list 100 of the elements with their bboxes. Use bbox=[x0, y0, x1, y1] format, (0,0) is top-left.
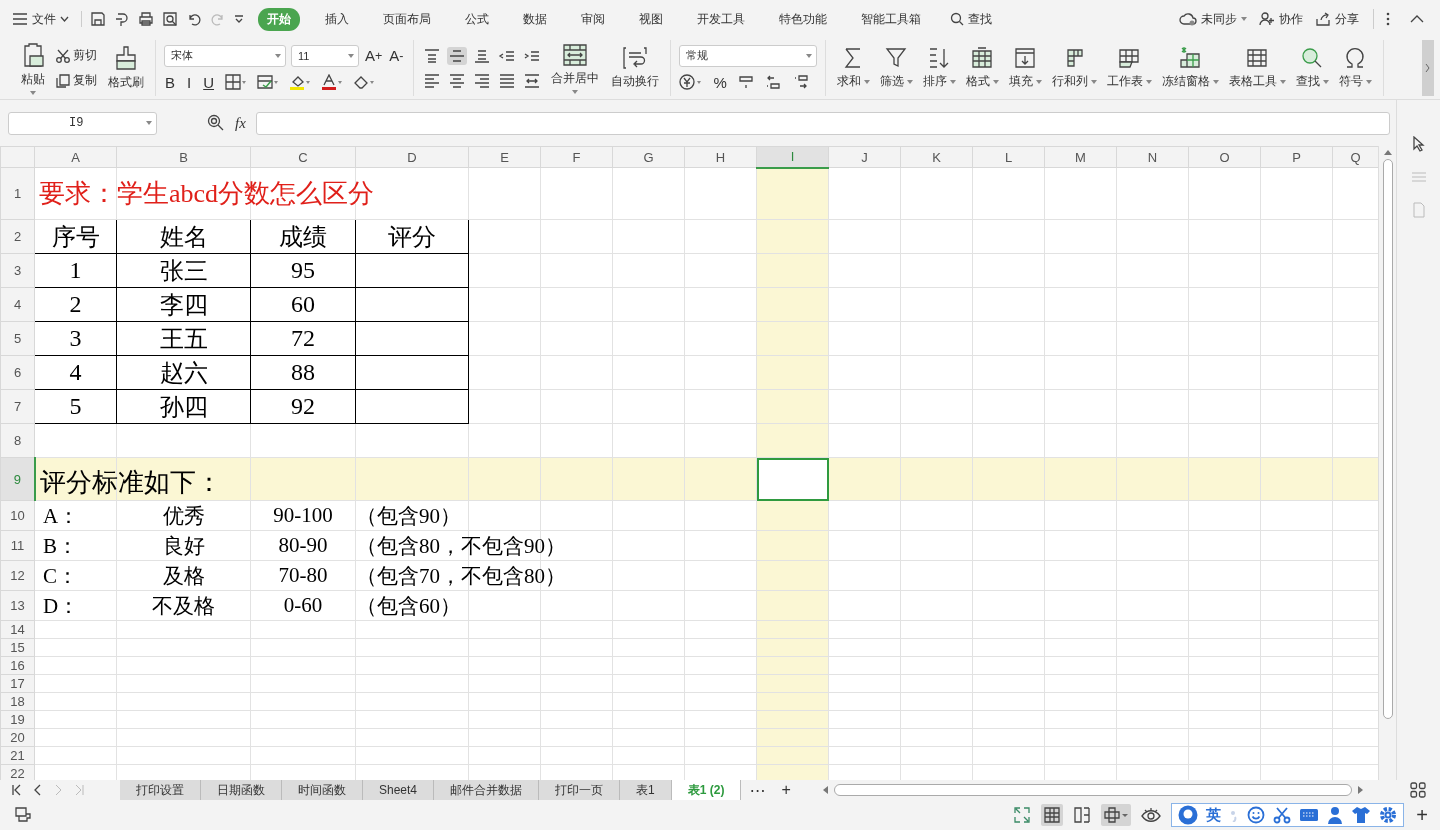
menu-tab[interactable]: 智能工具箱 bbox=[852, 7, 930, 31]
menu-tab[interactable]: 数据 bbox=[514, 7, 556, 31]
row-header[interactable]: 11 bbox=[0, 530, 35, 561]
zoom-icon[interactable] bbox=[207, 114, 225, 132]
function-label[interactable]: fx bbox=[235, 114, 246, 132]
sheet-tab[interactable]: 日期函数 bbox=[201, 780, 282, 800]
bold-button[interactable]: B bbox=[164, 72, 176, 92]
ribbon-button[interactable]: 填充 bbox=[1005, 44, 1045, 92]
menu-tab[interactable]: 插入 bbox=[316, 7, 358, 31]
column-header[interactable]: O bbox=[1188, 146, 1261, 168]
ribbon-button[interactable]: 筛选 bbox=[876, 44, 916, 92]
language-label[interactable]: 英 bbox=[1206, 805, 1222, 825]
column-header[interactable]: K bbox=[900, 146, 973, 168]
previous-sheet-icon[interactable] bbox=[34, 784, 42, 796]
page-break-icon[interactable] bbox=[1073, 806, 1092, 824]
sheet-tab[interactable]: 打印设置 bbox=[120, 780, 201, 800]
sheet-tab[interactable]: 邮件合并数据 bbox=[434, 780, 540, 800]
export-icon[interactable] bbox=[114, 11, 130, 27]
column-header[interactable]: F bbox=[540, 146, 613, 168]
more-icon[interactable] bbox=[1384, 11, 1392, 27]
scroll-thumb[interactable] bbox=[833, 784, 1352, 796]
wrap-text-button[interactable]: 自动换行 bbox=[607, 44, 662, 92]
merge-center-button[interactable]: 合并居中 bbox=[547, 40, 602, 96]
first-sheet-icon[interactable] bbox=[12, 784, 22, 796]
fullscreen-icon[interactable] bbox=[1013, 806, 1032, 824]
row-header[interactable]: 4 bbox=[0, 287, 35, 322]
zoom-in-button[interactable]: + bbox=[1414, 803, 1430, 827]
ribbon-button[interactable]: 冻结窗格 bbox=[1158, 44, 1222, 92]
column-header[interactable]: N bbox=[1116, 146, 1189, 168]
font-name-dropdown[interactable]: 宋体 bbox=[164, 44, 286, 67]
sheet-tab[interactable]: 表1 (2) bbox=[671, 780, 742, 800]
active-cell[interactable] bbox=[756, 457, 829, 501]
column-header[interactable]: E bbox=[468, 146, 541, 168]
formula-input[interactable] bbox=[255, 111, 1390, 135]
ribbon-button[interactable]: 查找 bbox=[1292, 44, 1332, 92]
row-header[interactable]: 12 bbox=[0, 560, 35, 591]
row-header[interactable]: 3 bbox=[0, 253, 35, 288]
menu-tab[interactable]: 公式 bbox=[456, 7, 498, 31]
column-header[interactable]: A bbox=[34, 146, 117, 168]
ribbon-button[interactable]: 求和 bbox=[833, 44, 873, 92]
print-preview-icon[interactable] bbox=[162, 11, 178, 27]
format-painter-button[interactable]: 格式刷 bbox=[105, 43, 147, 93]
eraser-icon[interactable] bbox=[353, 74, 376, 90]
share-button[interactable]: 分享 bbox=[1311, 7, 1363, 31]
ribbon-button[interactable]: 工作表 bbox=[1103, 44, 1155, 92]
column-header[interactable]: D bbox=[355, 146, 469, 168]
font-color-icon[interactable] bbox=[321, 74, 344, 90]
reading-view-button[interactable] bbox=[1101, 804, 1132, 826]
collaborate-button[interactable]: 协作 bbox=[1255, 7, 1307, 31]
row-header[interactable]: 2 bbox=[0, 219, 35, 254]
row-header[interactable]: 1 bbox=[0, 167, 35, 220]
add-sheet-button[interactable]: + bbox=[773, 780, 799, 800]
column-header[interactable]: L bbox=[972, 146, 1045, 168]
undo-icon[interactable] bbox=[186, 11, 202, 27]
percent-button[interactable]: % bbox=[712, 72, 728, 92]
cell-style-icon[interactable] bbox=[257, 74, 280, 90]
save-icon[interactable] bbox=[90, 11, 106, 27]
input-method-toolbar[interactable]: 英 bbox=[1171, 803, 1405, 827]
collapse-icon[interactable] bbox=[1410, 14, 1424, 24]
ribbon-button[interactable]: 符号 bbox=[1335, 44, 1375, 92]
row-header[interactable]: 7 bbox=[0, 389, 35, 424]
macro-icon[interactable] bbox=[14, 806, 32, 824]
cut-button[interactable]: 剪切 bbox=[54, 46, 99, 65]
sliders-icon[interactable] bbox=[1410, 170, 1427, 184]
column-header[interactable]: J bbox=[828, 146, 901, 168]
sync-button[interactable]: 未同步 bbox=[1175, 7, 1251, 31]
ribbon-button[interactable]: 表格工具 bbox=[1225, 44, 1289, 92]
sheet-tab[interactable]: 表1 bbox=[620, 780, 672, 800]
column-header[interactable]: Q bbox=[1332, 146, 1378, 168]
row-header[interactable]: 10 bbox=[0, 500, 35, 531]
sheet-tab[interactable]: 打印一页 bbox=[539, 780, 621, 800]
column-header[interactable]: P bbox=[1260, 146, 1333, 168]
column-header[interactable]: H bbox=[684, 146, 757, 168]
fill-color-icon[interactable] bbox=[289, 74, 312, 90]
search-button[interactable]: 查找 bbox=[946, 7, 996, 31]
menu-tab[interactable]: 视图 bbox=[630, 7, 672, 31]
currency-icon[interactable] bbox=[678, 74, 703, 90]
menu-tab[interactable]: 开发工具 bbox=[688, 7, 754, 31]
column-header[interactable]: M bbox=[1044, 146, 1117, 168]
print-icon[interactable] bbox=[138, 11, 154, 27]
menu-tab[interactable]: 页面布局 bbox=[374, 7, 440, 31]
row-header[interactable]: 9 bbox=[0, 457, 35, 501]
row-header[interactable]: 5 bbox=[0, 321, 35, 356]
column-header[interactable]: C bbox=[250, 146, 356, 168]
more-sheets-button[interactable]: ⋯ bbox=[741, 780, 774, 800]
row-header[interactable]: 6 bbox=[0, 355, 35, 390]
ribbon-button[interactable]: 行和列 bbox=[1048, 44, 1100, 92]
align-middle-button[interactable] bbox=[446, 47, 467, 65]
thousands-icon[interactable] bbox=[737, 74, 754, 90]
file-menu[interactable]: 文件 bbox=[8, 7, 73, 31]
underline-button[interactable]: U bbox=[202, 72, 216, 92]
scroll-thumb[interactable] bbox=[1382, 159, 1393, 719]
normal-view-button[interactable] bbox=[1041, 804, 1064, 826]
copy-button[interactable]: 复制 bbox=[54, 71, 99, 90]
sheet-tab[interactable]: Sheet4 bbox=[363, 780, 435, 800]
ribbon-button[interactable]: 排序 bbox=[919, 44, 959, 92]
column-header[interactable]: B bbox=[116, 146, 251, 168]
menu-tab[interactable]: 审阅 bbox=[572, 7, 614, 31]
menu-tab[interactable]: 特色功能 bbox=[770, 7, 836, 31]
dropdown-icon[interactable] bbox=[234, 15, 244, 23]
